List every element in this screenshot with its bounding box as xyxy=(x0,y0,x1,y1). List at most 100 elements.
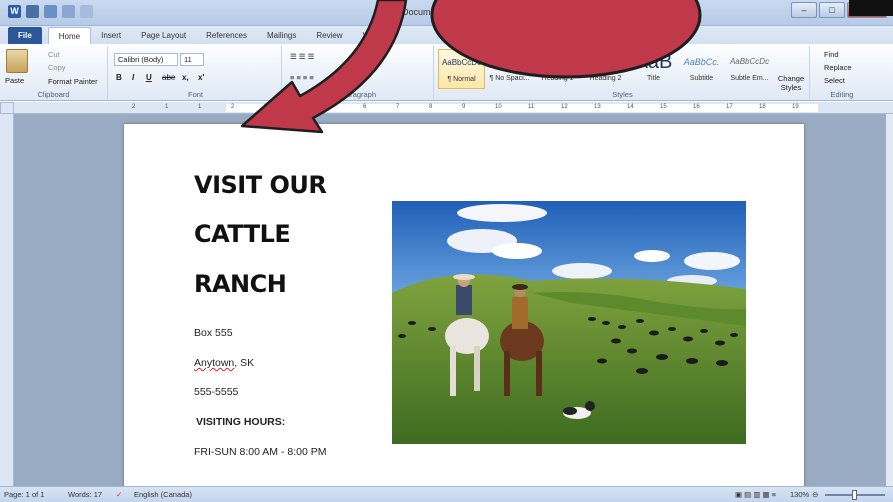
format-painter-button[interactable]: Format Painter xyxy=(48,77,98,86)
zoom-level[interactable]: 130% xyxy=(790,490,809,499)
ruler-number: 6 xyxy=(363,104,367,110)
subscript-button[interactable]: x, xyxy=(182,73,189,82)
style-subtle-emphasis-name: Subtle Em... xyxy=(730,75,769,82)
paste-icon[interactable] xyxy=(6,49,28,73)
status-bar: Page: 1 of 1 Words: 17 ✓ English (Canada… xyxy=(0,486,893,502)
heading-line-2: CATTLE xyxy=(194,220,291,248)
style-no-spacing-name: ¶ No Spaci... xyxy=(489,75,530,82)
ruler-number: 16 xyxy=(693,104,700,110)
word-icon[interactable]: W xyxy=(8,5,21,18)
align-icon[interactable]: ≡ ≡ ≡ ≡ xyxy=(290,73,314,82)
quick-access-toolbar: W xyxy=(8,5,93,18)
ribbon-tabs: File Home Insert Page Layout References … xyxy=(0,26,893,44)
ruler-number: 2 xyxy=(132,104,136,110)
style-heading-2[interactable]: AaBbCc Heading 2 xyxy=(582,49,629,89)
style-subtle-emphasis-sample: AaBbCcDc xyxy=(729,57,770,66)
paste-button[interactable]: Paste xyxy=(5,76,24,85)
ruler-number: 10 xyxy=(495,104,502,110)
copy-button[interactable]: Copy xyxy=(48,63,66,72)
ruler-corner[interactable] xyxy=(0,102,14,114)
window-title: Document xyxy=(402,7,444,17)
zoom-out-icon[interactable]: ⊖ xyxy=(812,490,818,499)
clipboard-group: Paste Cut Copy Format Painter Clipboard xyxy=(0,46,108,99)
style-subtle-emphasis[interactable]: AaBbCcDc Subtle Em... xyxy=(726,49,773,89)
save-icon[interactable] xyxy=(26,5,39,18)
horizontal-ruler[interactable]: 2 1 1 2 3 4 5 6 7 8 9 10 11 12 13 14 15 16 17 18 19 xyxy=(14,102,893,114)
document-page[interactable]: VISIT OUR CATTLE RANCH Box 555 Anytown, … xyxy=(124,124,804,494)
style-no-spacing[interactable]: AaBbCcDc ¶ No Spaci... xyxy=(486,49,533,89)
ruler-number: 4 xyxy=(297,104,301,110)
ranch-photo-graphic xyxy=(392,201,746,444)
redo-icon[interactable] xyxy=(62,5,75,18)
style-title[interactable]: AaB Title xyxy=(630,49,677,89)
tab-home[interactable]: Home xyxy=(47,27,92,44)
styles-label: Styles xyxy=(612,90,633,99)
font-group: Calibri (Body) 11 B I U abe x, x' Font xyxy=(110,46,282,99)
city-misspelled: Anytown xyxy=(194,357,235,369)
ruler-number: 14 xyxy=(627,104,634,110)
vertical-scrollbar[interactable] xyxy=(886,114,893,486)
tab-mailings[interactable]: Mailings xyxy=(257,27,306,44)
ranch-photo[interactable] xyxy=(392,201,746,444)
style-no-spacing-sample: AaBbCcDc xyxy=(489,57,530,66)
font-size-select[interactable]: 11 xyxy=(180,53,204,66)
hours-title: VISITING HOURS: xyxy=(196,416,286,428)
find-button[interactable]: Find xyxy=(824,50,839,59)
style-normal[interactable]: AaBbCcDc ¶ Normal xyxy=(438,49,485,89)
italic-button[interactable]: I xyxy=(132,73,134,82)
tab-review[interactable]: Review xyxy=(306,27,352,44)
replace-button[interactable]: Replace xyxy=(824,63,852,72)
tab-references[interactable]: References xyxy=(196,27,257,44)
underline-button[interactable]: U xyxy=(146,73,152,82)
style-subtitle[interactable]: AaBbCc. Subtitle xyxy=(678,49,725,89)
tab-page-layout[interactable]: Page Layout xyxy=(131,27,196,44)
view-buttons[interactable]: ▣ ▤ ▥ ▦ ≡ xyxy=(735,490,776,499)
ruler-number: 15 xyxy=(660,104,667,110)
tab-file[interactable]: File xyxy=(8,27,42,44)
ruler-number: 11 xyxy=(528,104,535,110)
bullets-icon[interactable]: ☰ ☰ ☰ xyxy=(290,52,314,61)
ruler-number: 2 xyxy=(231,104,235,110)
vertical-ruler[interactable] xyxy=(0,114,14,486)
style-heading-2-name: Heading 2 xyxy=(589,75,622,82)
dark-corner xyxy=(849,0,893,16)
word-count[interactable]: Words: 17 xyxy=(68,490,102,499)
page-count[interactable]: Page: 1 of 1 xyxy=(4,490,44,499)
maximize-icon[interactable]: □ xyxy=(819,2,845,18)
ruler-number: 5 xyxy=(330,104,334,110)
document-workspace: VISIT OUR CATTLE RANCH Box 555 Anytown, … xyxy=(14,114,893,494)
ruler-number: 18 xyxy=(759,104,766,110)
phone-text: 555-5555 xyxy=(194,386,239,398)
style-heading-1-sample: AaBbCc xyxy=(539,57,575,67)
style-subtitle-name: Subtitle xyxy=(689,75,714,82)
style-normal-sample: AaBbCcDc xyxy=(441,58,482,67)
font-family-select[interactable]: Calibri (Body) xyxy=(114,53,178,66)
select-button[interactable]: Select xyxy=(824,76,845,85)
bold-button[interactable]: B xyxy=(116,73,122,82)
print-icon[interactable] xyxy=(80,5,93,18)
language-indicator[interactable]: English (Canada) xyxy=(134,490,192,499)
superscript-button[interactable]: x' xyxy=(198,73,204,82)
ruler-number: 1 xyxy=(198,104,202,110)
style-heading-2-sample: AaBbCc xyxy=(587,57,623,67)
zoom-slider-thumb[interactable] xyxy=(852,490,857,500)
paragraph-group: ☰ ☰ ☰ ≡ ≡ ≡ ≡ Paragraph xyxy=(284,46,434,99)
style-heading-1-name: Heading 1 xyxy=(541,75,574,82)
clipboard-label: Clipboard xyxy=(37,90,70,99)
ruler-number: 17 xyxy=(726,104,733,110)
style-heading-1[interactable]: AaBbCc Heading 1 xyxy=(534,49,581,89)
ribbon: Paste Cut Copy Format Painter Clipboard … xyxy=(0,44,893,101)
tab-insert[interactable]: Insert xyxy=(91,27,131,44)
ruler-number: 12 xyxy=(561,104,568,110)
address-text: Box 555 xyxy=(194,327,233,339)
tab-view[interactable]: View xyxy=(353,27,390,44)
cut-button[interactable]: Cut xyxy=(48,50,60,59)
styles-group: AaBbCcDc ¶ Normal AaBbCcDc ¶ No Spaci...… xyxy=(436,46,810,99)
strike-button[interactable]: abe xyxy=(162,73,175,82)
undo-icon[interactable] xyxy=(44,5,57,18)
style-title-sample: AaB xyxy=(634,51,673,73)
minimize-icon[interactable]: – xyxy=(791,2,817,18)
title-bar: W Document – □ x xyxy=(0,0,893,26)
proofing-icon[interactable]: ✓ xyxy=(116,490,122,499)
heading-line-1: VISIT OUR xyxy=(194,171,327,199)
